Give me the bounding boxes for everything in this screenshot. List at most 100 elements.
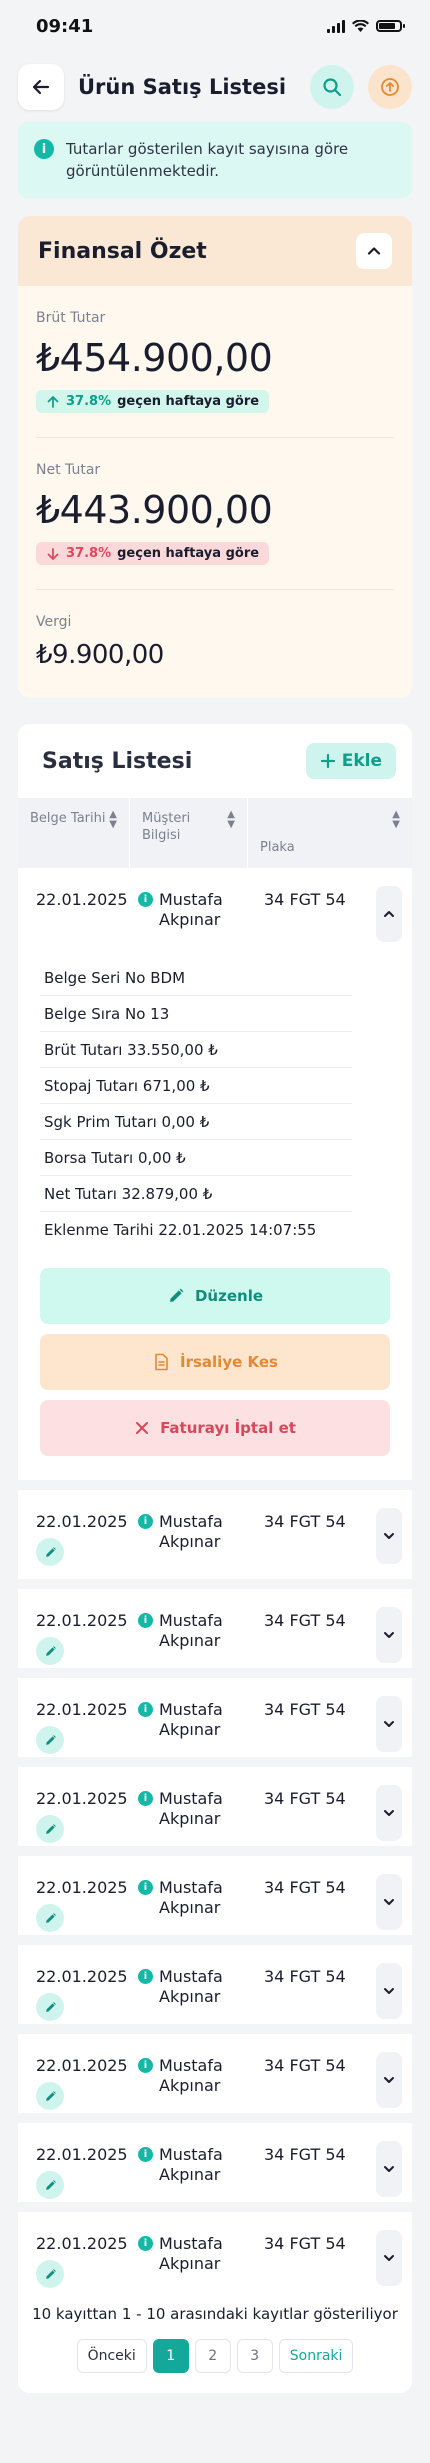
info-icon[interactable]: i — [138, 2058, 153, 2073]
table-row[interactable]: 22.01.2025 i Mustafa Akpınar 34 FGT 54 — [18, 1490, 412, 1579]
add-button[interactable]: Ekle — [305, 743, 396, 779]
table-row[interactable]: 22.01.2025 i Mustafa Akpınar 34 FGT 54 — [18, 2024, 412, 2113]
signal-icon — [327, 19, 345, 33]
pagination: Önceki 1 2 3 Sonraki — [18, 2339, 412, 2373]
expand-row-button[interactable] — [376, 1696, 402, 1752]
row-customer: i Mustafa Akpınar — [130, 1878, 248, 1918]
expand-row-button[interactable] — [376, 1785, 402, 1841]
export-button[interactable] — [368, 65, 412, 109]
expand-row-button[interactable] — [376, 2141, 402, 2197]
detail-line: Brüt Tutarı 33.550,00 ₺ — [40, 1032, 352, 1068]
row-customer-name: Mustafa Akpınar — [159, 2234, 223, 2273]
pencil-icon — [45, 1645, 56, 1656]
row-edit-button[interactable] — [36, 1815, 64, 1843]
row-customer: i Mustafa Akpınar — [130, 890, 248, 930]
net-trend-pct: 37.8% — [66, 546, 112, 561]
expand-row-button[interactable] — [376, 1874, 402, 1930]
table-row[interactable]: 22.01.2025 i Mustafa Akpınar 34 FGT 54 — [18, 2202, 412, 2291]
row-edit-button[interactable] — [36, 1637, 64, 1665]
info-icon[interactable]: i — [138, 892, 153, 907]
tax-label: Vergi — [36, 614, 72, 630]
column-label: Müşteri Bilgisi — [142, 811, 191, 843]
info-icon[interactable]: i — [138, 1880, 153, 1895]
column-label: Plaka — [260, 840, 295, 855]
expand-row-button[interactable] — [376, 2230, 402, 2286]
chevron-up-icon — [384, 911, 394, 917]
search-button[interactable] — [310, 65, 354, 109]
row-edit-button[interactable] — [36, 1726, 64, 1754]
row-date: 22.01.2025 — [36, 2056, 128, 2075]
info-icon[interactable]: i — [138, 1791, 153, 1806]
table-row[interactable]: 22.01.2025 i Mustafa Akpınar 34 FGT 54 — [18, 1846, 412, 1935]
info-icon[interactable]: i — [138, 1702, 153, 1717]
pencil-icon — [45, 2090, 56, 2101]
financial-summary-header[interactable]: Finansal Özet — [18, 216, 412, 286]
row-edit-button[interactable] — [36, 2171, 64, 2199]
table-row[interactable]: 22.01.2025 i Mustafa Akpınar 34 FGT 54 — [18, 2113, 412, 2202]
expand-row-button[interactable] — [376, 2052, 402, 2108]
page-button-1[interactable]: 1 — [152, 2339, 189, 2373]
collapse-row-button[interactable] — [376, 886, 402, 942]
row-customer-name: Mustafa Akpınar — [159, 2145, 223, 2184]
create-waybill-button[interactable]: İrsaliye Kes — [40, 1334, 390, 1390]
info-icon[interactable]: i — [138, 1613, 153, 1628]
row-edit-button[interactable] — [36, 1904, 64, 1932]
column-header-customer[interactable]: Müşteri Bilgisi ▲ ▼ — [130, 798, 248, 868]
page-button-3[interactable]: 3 — [236, 2339, 273, 2373]
chevron-down-icon — [384, 2166, 394, 2172]
create-waybill-label: İrsaliye Kes — [180, 1353, 278, 1371]
financial-summary-title: Finansal Özet — [38, 238, 207, 264]
chevron-down-icon — [384, 1810, 394, 1816]
table-row[interactable]: 22.01.2025 i Mustafa Akpınar 34 FGT 54 — [18, 1757, 412, 1846]
edit-button[interactable]: Düzenle — [40, 1268, 390, 1324]
row-edit-button[interactable] — [36, 1538, 64, 1566]
chevron-down-icon — [384, 1988, 394, 1994]
row-customer-name: Mustafa Akpınar — [159, 1611, 223, 1650]
net-label: Net Tutar — [36, 462, 101, 478]
chevron-down-icon — [384, 2077, 394, 2083]
pencil-icon — [45, 2179, 56, 2190]
info-icon[interactable]: i — [138, 1514, 153, 1529]
row-date: 22.01.2025 — [36, 890, 128, 909]
row-customer-name: Mustafa Akpınar — [159, 1878, 223, 1917]
row-customer: i Mustafa Akpınar — [130, 2056, 248, 2096]
tax-value: ₺9.900,00 — [36, 640, 164, 670]
row-edit-button[interactable] — [36, 2260, 64, 2288]
net-amount-block: Net Tutar ₺443.900,00 37.8% geçen haftay… — [36, 438, 394, 590]
expand-row-button[interactable] — [376, 1607, 402, 1663]
row-date: 22.01.2025 — [36, 2234, 128, 2253]
info-icon[interactable]: i — [138, 2147, 153, 2162]
info-icon[interactable]: i — [138, 1969, 153, 1984]
table-row-expanded[interactable]: 22.01.2025 i Mustafa Akpınar 34 FGT 54 B… — [18, 868, 412, 1480]
expand-row-button[interactable] — [376, 1508, 402, 1564]
info-text: Tutarlar gösterilen kayıt sayısına göre … — [66, 140, 349, 180]
pencil-icon — [45, 2001, 56, 2012]
row-edit-button[interactable] — [36, 2082, 64, 2110]
expand-row-button[interactable] — [376, 1963, 402, 2019]
info-banner: i Tutarlar gösterilen kayıt sayısına gör… — [18, 122, 412, 198]
page-button-2[interactable]: 2 — [194, 2339, 231, 2373]
collapse-button[interactable] — [356, 233, 392, 269]
row-date: 22.01.2025 — [36, 1789, 128, 1808]
prev-page-button[interactable]: Önceki — [76, 2339, 147, 2373]
info-icon[interactable]: i — [138, 2236, 153, 2251]
row-edit-button[interactable] — [36, 1993, 64, 2021]
edit-button-label: Düzenle — [194, 1287, 264, 1305]
sort-icon: ▲ ▼ — [392, 809, 400, 830]
chevron-down-icon — [384, 2255, 394, 2261]
row-customer: i Mustafa Akpınar — [130, 1967, 248, 2007]
table-row[interactable]: 22.01.2025 i Mustafa Akpınar 34 FGT 54 — [18, 1579, 412, 1668]
row-actions: Düzenle İrsaliye Kes Faturayı İptal et — [18, 1248, 412, 1480]
cancel-invoice-button[interactable]: Faturayı İptal et — [40, 1400, 390, 1456]
gross-value: ₺454.900,00 — [36, 336, 273, 380]
next-page-button[interactable]: Sonraki — [278, 2339, 354, 2373]
column-header-plate[interactable]: Plaka ▲ ▼ — [248, 798, 412, 868]
arrow-left-icon — [32, 79, 50, 95]
row-customer-name: Mustafa Akpınar — [159, 1967, 223, 2006]
table-row[interactable]: 22.01.2025 i Mustafa Akpınar 34 FGT 54 — [18, 1668, 412, 1757]
table-row[interactable]: 22.01.2025 i Mustafa Akpınar 34 FGT 54 — [18, 1935, 412, 2024]
column-header-date[interactable]: Belge Tarihi ▲ ▼ — [18, 798, 130, 868]
back-button[interactable] — [18, 64, 64, 110]
chevron-down-icon — [384, 1533, 394, 1539]
table-body: 22.01.2025 i Mustafa Akpınar 34 FGT 54 22.01… — [18, 1490, 412, 2291]
